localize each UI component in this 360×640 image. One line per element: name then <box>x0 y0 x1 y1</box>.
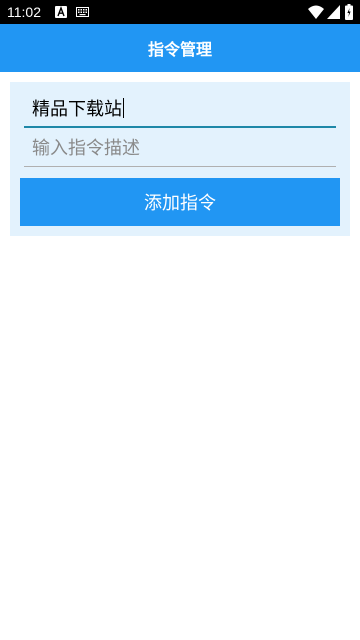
font-a-icon <box>55 6 67 18</box>
wifi-icon <box>308 5 324 19</box>
app-bar: 指令管理 <box>0 24 360 72</box>
add-command-form: 精品下载站 输入指令描述 添加指令 <box>10 82 350 236</box>
status-time: 11:02 <box>7 4 41 20</box>
add-command-button[interactable]: 添加指令 <box>20 178 340 226</box>
command-input-underline <box>24 126 336 128</box>
text-cursor <box>123 98 124 118</box>
description-input-underline <box>24 166 336 167</box>
page-title: 指令管理 <box>147 40 212 59</box>
signal-icon <box>327 5 340 19</box>
command-input[interactable]: 精品下载站 <box>24 94 336 128</box>
description-input[interactable]: 输入指令描述 <box>24 133 336 167</box>
battery-icon <box>345 4 353 20</box>
command-input-value: 精品下载站 <box>32 98 124 120</box>
status-bar: 11:02 <box>0 0 360 24</box>
keyboard-icon <box>76 7 89 17</box>
description-input-placeholder: 输入指令描述 <box>32 138 140 159</box>
